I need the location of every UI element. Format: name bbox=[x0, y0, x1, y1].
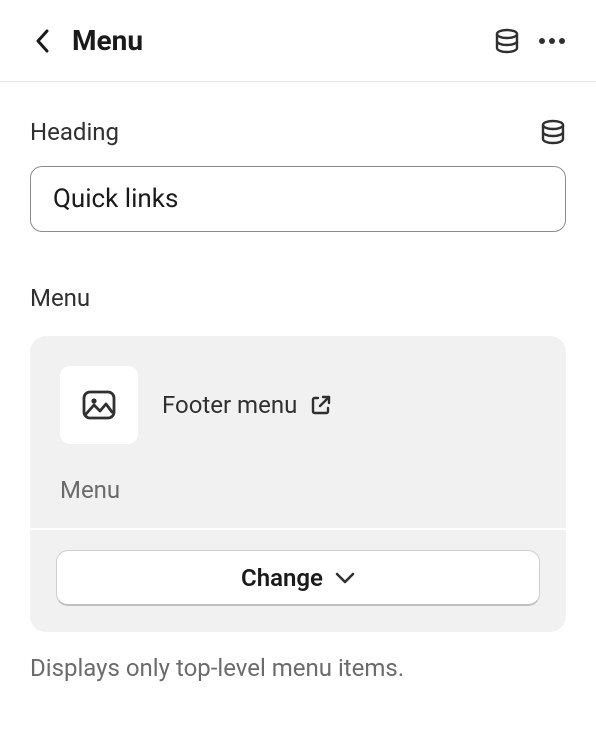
database-button[interactable] bbox=[494, 28, 520, 54]
image-icon bbox=[82, 390, 116, 420]
change-button[interactable]: Change bbox=[56, 550, 540, 606]
menu-card: Footer menu Menu Change bbox=[30, 336, 566, 632]
menu-card-sublabel: Menu bbox=[60, 476, 536, 504]
page-title: Menu bbox=[72, 24, 143, 57]
heading-input[interactable] bbox=[30, 166, 566, 232]
menu-section: Menu Footer menu bbox=[30, 284, 566, 682]
menu-section-label: Menu bbox=[30, 284, 566, 312]
heading-row: Heading bbox=[30, 118, 566, 146]
menu-card-top: Footer menu Menu bbox=[30, 336, 566, 528]
chevron-left-icon bbox=[35, 29, 49, 53]
menu-selected-name: Footer menu bbox=[162, 391, 297, 419]
external-link-icon bbox=[311, 395, 331, 415]
menu-helper-text: Displays only top-level menu items. bbox=[30, 654, 566, 682]
back-button[interactable] bbox=[30, 29, 54, 53]
header: Menu bbox=[0, 0, 596, 82]
menu-card-bottom: Change bbox=[30, 528, 566, 632]
content: Heading Menu bbox=[0, 82, 596, 682]
change-button-label: Change bbox=[241, 564, 323, 592]
database-icon bbox=[494, 28, 520, 54]
menu-thumbnail bbox=[60, 366, 138, 444]
header-left: Menu bbox=[30, 24, 143, 57]
more-horizontal-icon bbox=[538, 37, 566, 45]
header-right bbox=[494, 28, 566, 54]
menu-selected-row[interactable]: Footer menu bbox=[60, 366, 536, 444]
database-icon bbox=[540, 119, 566, 145]
more-button[interactable] bbox=[538, 37, 566, 45]
heading-label: Heading bbox=[30, 118, 119, 146]
heading-database-button[interactable] bbox=[540, 119, 566, 145]
chevron-down-icon bbox=[335, 572, 355, 584]
